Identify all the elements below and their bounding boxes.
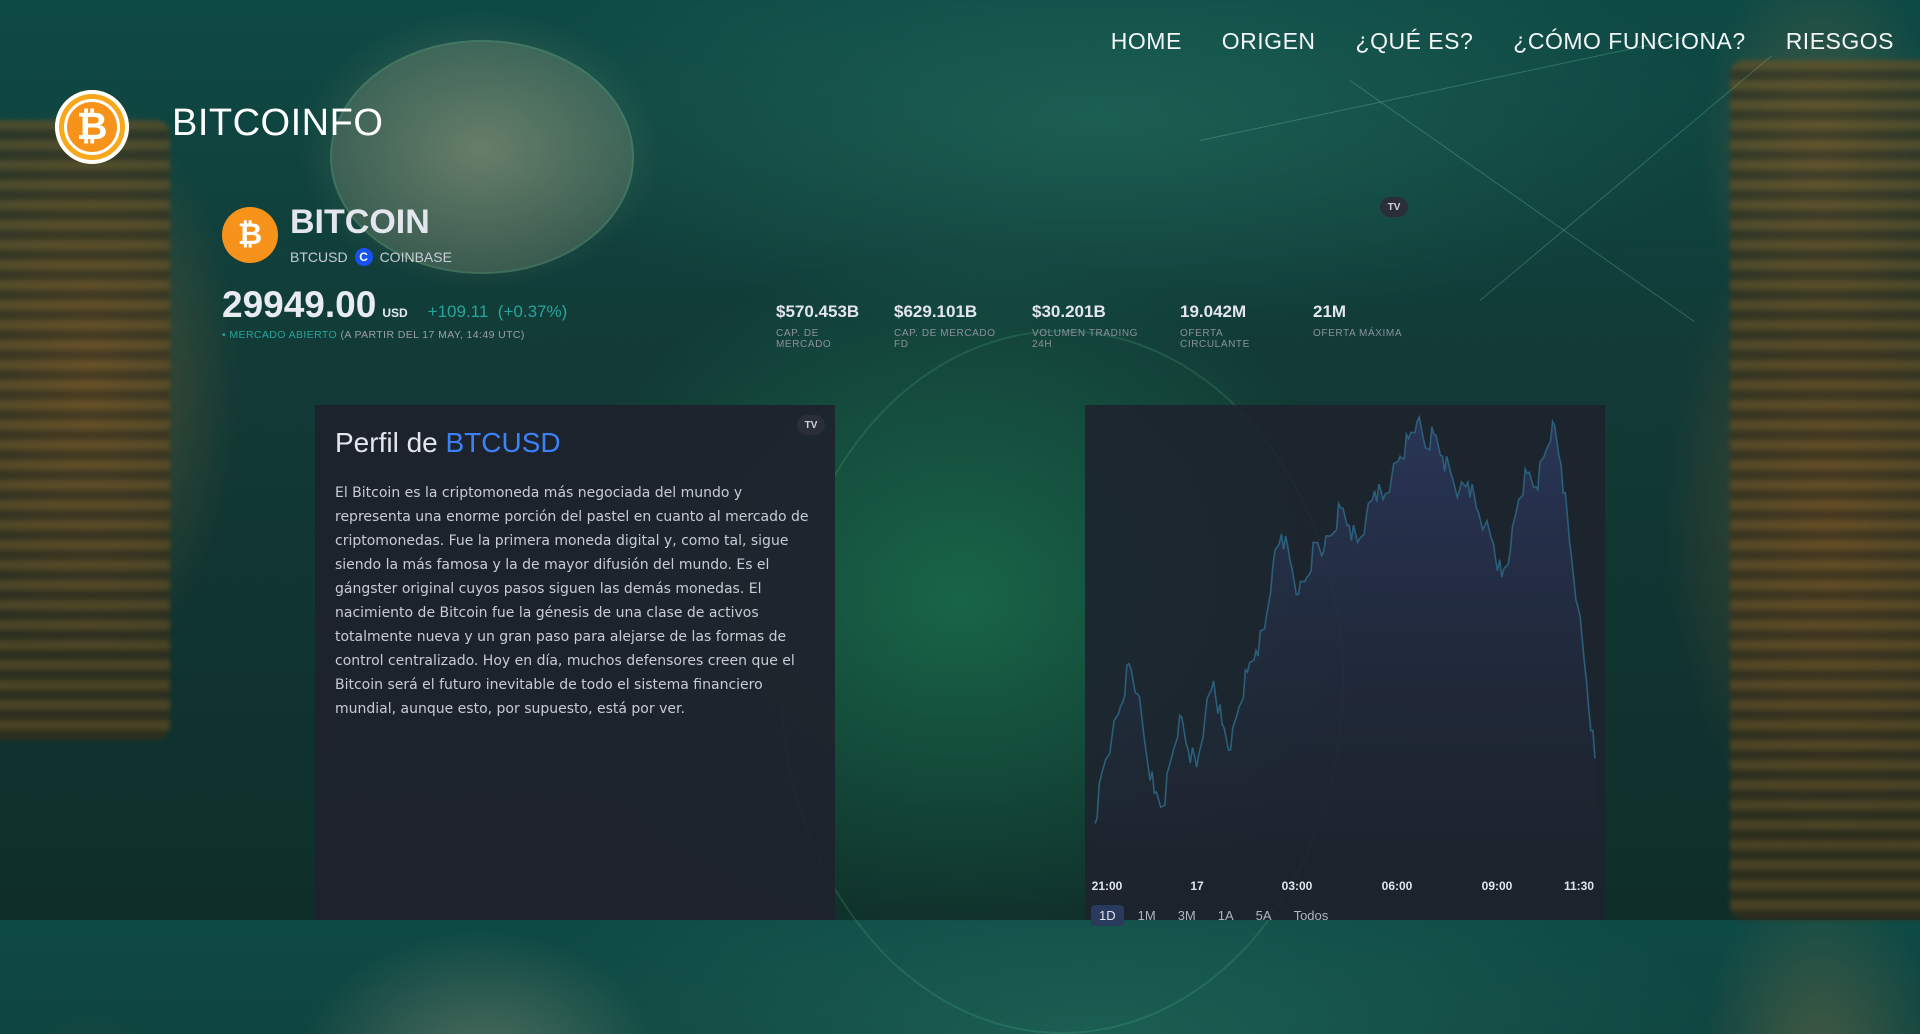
brand-logo[interactable]: ₿ [55, 90, 129, 164]
symbol-name[interactable]: BITCOIN [290, 203, 430, 242]
background-coin-stack-left [0, 120, 170, 740]
nav-riesgos[interactable]: RIESGOS [1786, 28, 1894, 55]
nav-que-es[interactable]: ¿QUÉ ES? [1356, 28, 1474, 55]
tradingview-logo-icon[interactable]: TV [797, 415, 825, 435]
x-tick-label: 11:30 [1564, 879, 1594, 893]
coinbase-icon: C [354, 248, 373, 266]
profile-title: Perfil de BTCUSD [335, 427, 561, 459]
price-value: 29949.00 [222, 284, 377, 325]
stat-label: VOLUMEN TRADING 24H [1032, 328, 1139, 350]
stat-label: CAP. DE MERCADO FD [894, 328, 996, 350]
symbol-ticker: BTCUSD [290, 249, 348, 265]
stats-row: $570.453B CAP. DE MERCADO $629.101B CAP.… [776, 302, 1427, 350]
stat-value: $629.101B [894, 302, 978, 321]
range-button-3m[interactable]: 3M [1170, 905, 1204, 926]
price-chart-panel[interactable]: 21:00 17 03:00 06:00 09:00 11:30 1D 1M 3M 1A 5A To… [1085, 405, 1605, 926]
stat-max-supply: 21M OFERTA MÁXIMA [1313, 302, 1403, 350]
stat-value: 19.042M [1180, 302, 1247, 321]
stat-label: OFERTA MÁXIMA [1313, 328, 1403, 339]
market-status: • MERCADO ABIERTO (A PARTIR DEL 17 MAY, … [222, 329, 525, 341]
brand-title[interactable]: BITCOINFO [172, 102, 383, 145]
tradingview-logo-icon[interactable]: TV [1380, 197, 1408, 217]
stat-value: 21M [1313, 302, 1347, 321]
bitcoin-icon: ₿ [64, 99, 120, 155]
range-button-todos[interactable]: Todos [1286, 905, 1337, 926]
x-tick-label: 09:00 [1482, 879, 1513, 893]
profile-description: El Bitcoin es la criptomoneda más negoci… [335, 485, 809, 717]
background-coin-stack-right [1730, 60, 1920, 920]
chart-area [1095, 417, 1595, 845]
change-pct: (+0.37%) [497, 302, 568, 321]
price-block: 29949.00 USD +109.11 (+0.37%) [222, 284, 567, 326]
nav-home[interactable]: HOME [1111, 28, 1182, 55]
price-currency: USD [382, 306, 408, 320]
stat-market-cap: $570.453B CAP. DE MERCADO [776, 302, 870, 350]
bitcoin-symbol-icon: ₿ [222, 207, 278, 263]
market-time: (A PARTIR DEL 17 MAY, 14:49 UTC) [340, 329, 525, 341]
market-open-label: • MERCADO ABIERTO [222, 329, 338, 341]
price-change: +109.11 (+0.37%) [428, 302, 568, 322]
stat-label: CAP. DE MERCADO [776, 328, 832, 350]
stat-market-cap-fd: $629.101B CAP. DE MERCADO FD [894, 302, 1008, 350]
stat-value: $30.201B [1032, 302, 1106, 321]
background-network-line [1479, 55, 1772, 301]
profile-title-prefix: Perfil de [335, 427, 446, 458]
profile-panel: TV Perfil de BTCUSD El Bitcoin es la cri… [315, 405, 835, 920]
x-tick-label: 03:00 [1282, 879, 1313, 893]
range-button-1a[interactable]: 1A [1210, 905, 1242, 926]
x-tick-label: 17 [1190, 879, 1204, 893]
nav-como-funciona[interactable]: ¿CÓMO FUNCIONA? [1513, 28, 1745, 55]
x-tick-label: 21:00 [1092, 879, 1123, 893]
change-abs: +109.11 [427, 302, 489, 321]
range-button-1d[interactable]: 1D [1091, 905, 1124, 926]
price-chart[interactable]: 21:00 17 03:00 06:00 09:00 11:30 [1085, 405, 1605, 905]
main-nav: HOME ORIGEN ¿QUÉ ES? ¿CÓMO FUNCIONA? RIE… [1111, 28, 1894, 55]
range-selector: 1D 1M 3M 1A 5A Todos [1091, 905, 1336, 926]
stat-volume-24h: $30.201B VOLUMEN TRADING 24H [1032, 302, 1156, 350]
range-button-1m[interactable]: 1M [1130, 905, 1164, 926]
x-tick-label: 06:00 [1382, 879, 1413, 893]
range-button-5a[interactable]: 5A [1248, 905, 1280, 926]
profile-title-symbol[interactable]: BTCUSD [446, 427, 561, 458]
symbol-subtitle: BTCUSD C COINBASE [290, 248, 452, 266]
stat-value: $570.453B [776, 302, 860, 321]
exchange-name: COINBASE [379, 249, 452, 265]
nav-origen[interactable]: ORIGEN [1222, 28, 1316, 55]
stat-label: OFERTA CIRCULANTE [1180, 328, 1250, 350]
stat-circulating-supply: 19.042M OFERTA CIRCULANTE [1180, 302, 1289, 350]
